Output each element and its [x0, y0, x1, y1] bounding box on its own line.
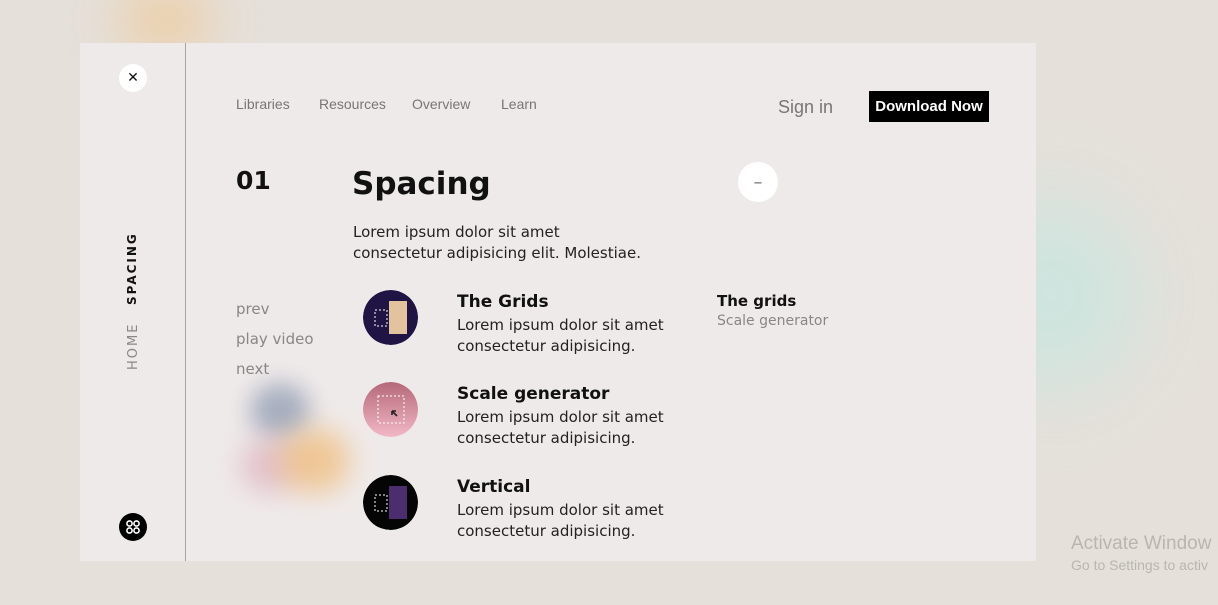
watermark-line1: Activate Window: [1071, 533, 1212, 554]
download-button[interactable]: Download Now: [869, 91, 989, 122]
side-info-subtitle[interactable]: Scale generator: [717, 313, 828, 329]
decorative-blob: [280, 428, 350, 493]
sign-in-link[interactable]: Sign in: [778, 97, 833, 118]
grid-icon: [363, 290, 418, 345]
feature-item[interactable]: Scale generator Lorem ipsum dolor sit am…: [363, 382, 703, 447]
nav-item-spacing[interactable]: SPACING: [125, 232, 139, 305]
prev-link[interactable]: prev: [236, 300, 269, 318]
feature-description: Lorem ipsum dolor sit amet consectetur a…: [457, 408, 664, 447]
play-video-link[interactable]: play video: [236, 330, 314, 348]
decorative-blob: [250, 383, 310, 438]
feature-title: Vertical: [457, 477, 531, 497]
nav-link-overview[interactable]: Overview: [412, 96, 470, 112]
main-card: ✕ SPACING HOME Libraries Resources Overv…: [80, 43, 1036, 561]
nav-link-libraries[interactable]: Libraries: [236, 96, 290, 112]
decorative-blob: [240, 438, 300, 493]
feature-item[interactable]: Vertical Lorem ipsum dolor sit amet cons…: [363, 475, 703, 540]
side-info: The grids Scale generator: [717, 292, 828, 329]
nav-item-home[interactable]: HOME: [126, 323, 141, 370]
nav-link-resources[interactable]: Resources: [319, 96, 386, 112]
feature-item[interactable]: The Grids Lorem ipsum dolor sit amet con…: [363, 290, 703, 355]
cmd-logo-icon: [126, 520, 140, 534]
vertical-nav: SPACING HOME: [117, 232, 147, 373]
feature-title: The Grids: [457, 292, 549, 312]
logo-button[interactable]: [119, 513, 147, 541]
close-icon: ✕: [127, 70, 139, 86]
side-info-title[interactable]: The grids: [717, 292, 828, 310]
feature-title: Scale generator: [457, 384, 610, 404]
scale-icon: [363, 382, 418, 437]
feature-description: Lorem ipsum dolor sit amet consectetur a…: [457, 501, 664, 540]
collapse-button[interactable]: –: [738, 162, 778, 202]
minus-icon: –: [753, 171, 763, 193]
nav-link-learn[interactable]: Learn: [501, 96, 537, 112]
section-number: 01: [236, 166, 271, 195]
next-link[interactable]: next: [236, 360, 269, 378]
feature-description: Lorem ipsum dolor sit amet consectetur a…: [457, 316, 664, 355]
page-title: Spacing: [352, 166, 491, 202]
sidebar: ✕ SPACING HOME: [80, 43, 186, 561]
activation-watermark: Activate Window Go to Settings to activ: [1071, 533, 1211, 573]
watermark-line2: Go to Settings to activ: [1071, 557, 1208, 573]
vertical-icon: [363, 475, 418, 530]
section-description: Lorem ipsum dolor sit amet consectetur a…: [353, 223, 641, 262]
close-button[interactable]: ✕: [119, 64, 147, 92]
